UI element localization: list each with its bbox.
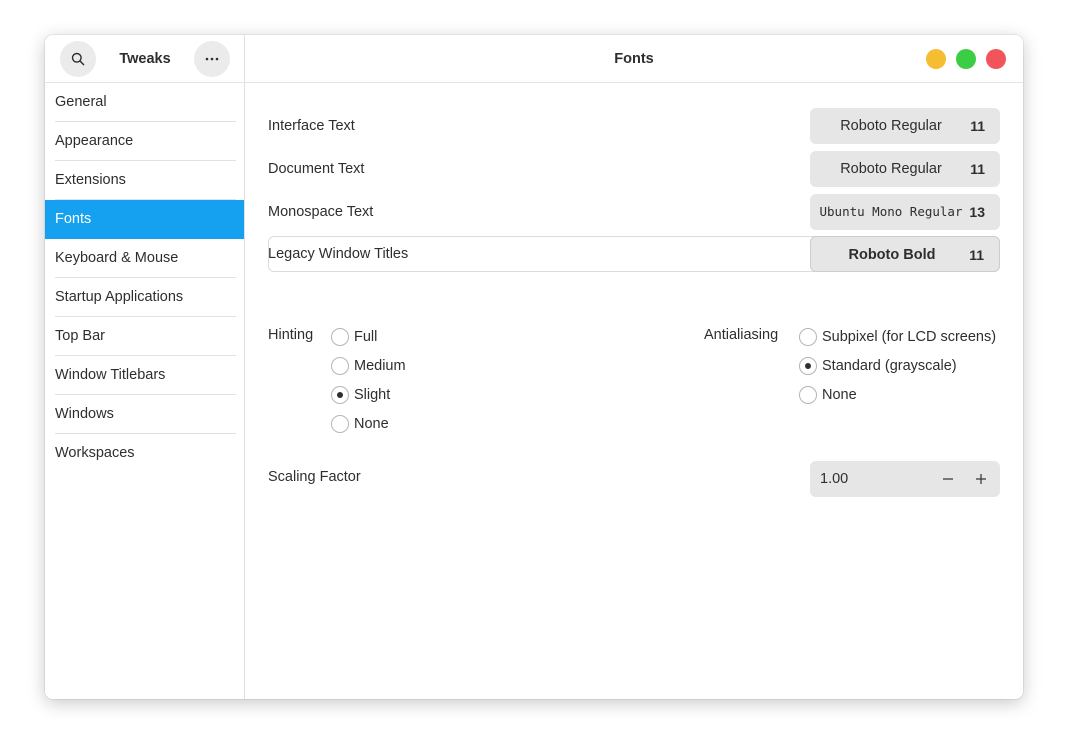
antialiasing-subpixel-radio[interactable]: Subpixel (for LCD screens) bbox=[799, 327, 996, 347]
scaling-factor-label: Scaling Factor bbox=[268, 469, 361, 485]
sidebar: General Appearance Extensions Fonts Keyb… bbox=[45, 83, 245, 699]
interface-text-label: Interface Text bbox=[268, 118, 355, 134]
hinting-none-label: None bbox=[354, 416, 389, 432]
radio-circle bbox=[331, 415, 349, 433]
hinting-label: Hinting bbox=[268, 327, 314, 343]
sidebar-item-workspaces[interactable]: Workspaces bbox=[45, 434, 244, 473]
radio-circle bbox=[799, 386, 817, 404]
radio-circle bbox=[331, 357, 349, 375]
radio-circle-checked bbox=[799, 357, 817, 375]
antialiasing-none-radio[interactable]: None bbox=[799, 385, 857, 405]
plus-icon bbox=[976, 474, 986, 484]
maximize-button[interactable] bbox=[956, 49, 976, 69]
increment-button[interactable] bbox=[964, 461, 998, 497]
decrement-button[interactable] bbox=[931, 461, 965, 497]
document-font-name: Roboto Regular bbox=[840, 161, 942, 177]
legacy-window-titles-row: Legacy Window Titles Roboto Bold 11 bbox=[268, 236, 1000, 272]
close-button[interactable] bbox=[986, 49, 1006, 69]
main-menu-button[interactable] bbox=[194, 41, 230, 77]
hinting-medium-radio[interactable]: Medium bbox=[331, 356, 406, 376]
fonts-page: Interface Text Roboto Regular 11 Documen… bbox=[245, 83, 1023, 699]
document-font-size: 11 bbox=[970, 161, 985, 177]
hinting-slight-radio[interactable]: Slight bbox=[331, 385, 390, 405]
sidebar-header: Tweaks bbox=[45, 35, 245, 83]
hinting-none-radio[interactable]: None bbox=[331, 414, 389, 434]
legacy-titles-font-name: Roboto Bold bbox=[848, 247, 936, 263]
legacy-window-titles-label: Legacy Window Titles bbox=[268, 246, 409, 262]
app-title: Tweaks bbox=[119, 51, 171, 67]
page-title: Fonts bbox=[614, 51, 654, 67]
sidebar-item-top-bar[interactable]: Top Bar bbox=[45, 317, 244, 356]
headerbar: Fonts bbox=[245, 35, 1023, 83]
radio-circle bbox=[331, 328, 349, 346]
sidebar-item-keyboard-mouse[interactable]: Keyboard & Mouse bbox=[45, 239, 244, 278]
antialiasing-none-label: None bbox=[822, 387, 857, 403]
sidebar-item-windows[interactable]: Windows bbox=[45, 395, 244, 434]
minus-icon bbox=[943, 478, 953, 480]
sidebar-item-fonts[interactable]: Fonts bbox=[45, 200, 244, 239]
interface-font-size: 11 bbox=[970, 118, 985, 134]
document-font-button[interactable]: Roboto Regular 11 bbox=[810, 151, 1000, 187]
sidebar-item-window-titlebars[interactable]: Window Titlebars bbox=[45, 356, 244, 395]
document-text-label: Document Text bbox=[268, 161, 365, 177]
antialiasing-subpixel-label: Subpixel (for LCD screens) bbox=[822, 329, 997, 345]
sidebar-item-general[interactable]: General bbox=[45, 83, 244, 122]
interface-font-button[interactable]: Roboto Regular 11 bbox=[810, 108, 1000, 144]
sidebar-item-startup-applications[interactable]: Startup Applications bbox=[45, 278, 244, 317]
monospace-font-name: Ubuntu Mono Regular bbox=[819, 204, 963, 219]
minimize-button[interactable] bbox=[926, 49, 946, 69]
hinting-slight-label: Slight bbox=[354, 387, 391, 403]
radio-circle-checked bbox=[331, 386, 349, 404]
antialiasing-label: Antialiasing bbox=[704, 327, 779, 343]
hinting-full-radio[interactable]: Full bbox=[331, 327, 377, 347]
legacy-titles-font-size: 11 bbox=[969, 247, 984, 263]
hinting-medium-label: Medium bbox=[354, 358, 406, 374]
search-icon bbox=[71, 52, 85, 66]
monospace-font-button[interactable]: Ubuntu Mono Regular 13 bbox=[810, 194, 1000, 230]
scaling-factor-spinbutton: 1.00 bbox=[810, 461, 1000, 497]
document-text-row: Document Text Roboto Regular 11 bbox=[268, 151, 1000, 187]
legacy-titles-font-button[interactable]: Roboto Bold 11 bbox=[810, 236, 1000, 272]
sidebar-item-extensions[interactable]: Extensions bbox=[45, 161, 244, 200]
search-button[interactable] bbox=[60, 41, 96, 77]
antialiasing-standard-label: Standard (grayscale) bbox=[822, 358, 957, 374]
monospace-text-row: Monospace Text Ubuntu Mono Regular 13 bbox=[268, 194, 1000, 230]
monospace-font-size: 13 bbox=[969, 204, 985, 220]
tweaks-window: Tweaks General Appearance Extensions Fon… bbox=[45, 35, 1023, 699]
interface-font-name: Roboto Regular bbox=[840, 118, 942, 134]
monospace-text-label: Monospace Text bbox=[268, 204, 374, 220]
radio-circle bbox=[799, 328, 817, 346]
sidebar-item-appearance[interactable]: Appearance bbox=[45, 122, 244, 161]
antialiasing-standard-radio[interactable]: Standard (grayscale) bbox=[799, 356, 957, 376]
hinting-full-label: Full bbox=[354, 329, 378, 345]
scaling-factor-value[interactable]: 1.00 bbox=[820, 461, 848, 497]
more-icon bbox=[205, 57, 219, 61]
interface-text-row: Interface Text Roboto Regular 11 bbox=[268, 108, 1000, 144]
